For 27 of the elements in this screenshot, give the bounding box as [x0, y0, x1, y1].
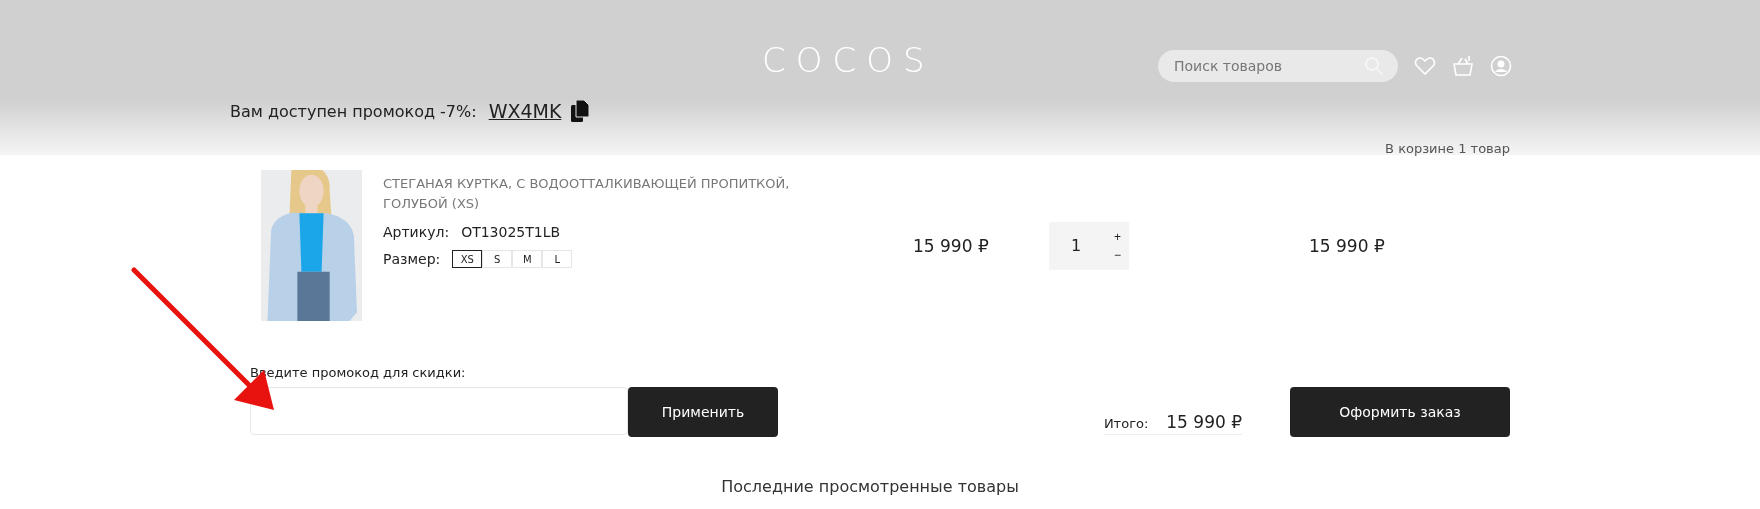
- user-icon[interactable]: [1490, 55, 1512, 77]
- checkout-button[interactable]: Оформить заказ: [1290, 387, 1510, 437]
- basket-icon[interactable]: [1452, 55, 1474, 77]
- size-option[interactable]: L: [542, 250, 573, 268]
- plus-button[interactable]: +: [1110, 227, 1125, 246]
- promo-code[interactable]: WX4MK: [488, 100, 562, 122]
- heart-icon[interactable]: [1414, 56, 1436, 76]
- copy-icon[interactable]: [571, 100, 590, 122]
- size-option[interactable]: S: [482, 250, 513, 268]
- apply-button[interactable]: Применить: [628, 387, 778, 437]
- product-title[interactable]: СТЕГАНАЯ КУРТКА, С ВОДООТТАЛКИВАЮЩЕЙ ПРОПИТКОЙ, ГОЛУБОЙ (XS): [383, 174, 853, 214]
- minus-button[interactable]: −: [1110, 245, 1125, 264]
- promo-text: Вам доступен промокод -7%:: [230, 101, 477, 121]
- unit-price: 15 990 ₽: [913, 235, 990, 256]
- quantity-value: 1: [1071, 236, 1082, 255]
- line-total: 15 990 ₽: [1309, 235, 1385, 256]
- size-label: Размер:: [383, 251, 441, 267]
- size-option[interactable]: XS: [452, 250, 483, 268]
- article-label: Артикул:: [383, 224, 450, 240]
- section-heading: Последние просмотренные товары: [720, 477, 1020, 496]
- article-number: OT13025T1LB: [461, 224, 561, 240]
- size-option[interactable]: M: [512, 250, 543, 268]
- total-value: 15 990 ₽: [1166, 412, 1242, 432]
- cart-count: В корзине 1 товар: [1384, 141, 1510, 156]
- total-label: Итого:: [1103, 416, 1149, 431]
- promo-input[interactable]: [250, 387, 628, 435]
- search-field[interactable]: Поиск товаров: [1158, 50, 1398, 82]
